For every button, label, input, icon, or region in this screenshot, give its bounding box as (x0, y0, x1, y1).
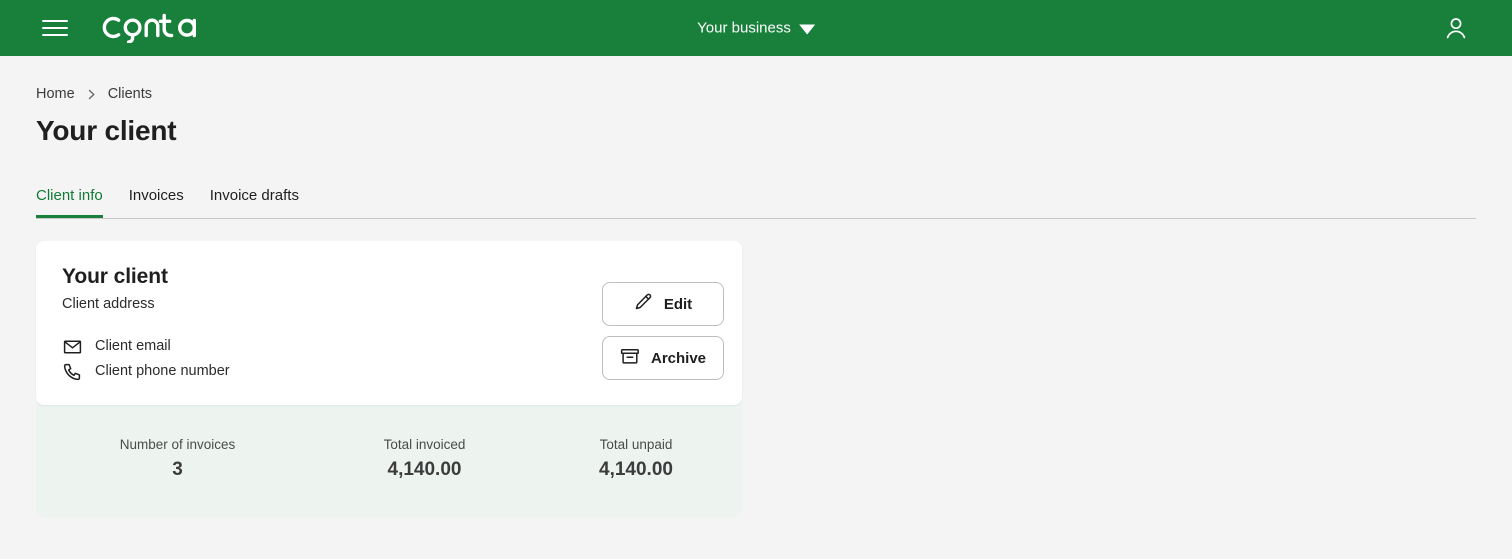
pencil-icon (634, 293, 653, 316)
page-body: Home Clients Your client Client info Inv… (0, 56, 1512, 517)
client-info-card: Your client Client address Client email (36, 241, 742, 405)
app-header: Your business (0, 0, 1512, 56)
breadcrumb-item-home[interactable]: Home (36, 86, 75, 102)
edit-button[interactable]: Edit (602, 282, 724, 326)
tabs-container: Client info Invoices Invoice drafts (36, 187, 1476, 219)
archive-button[interactable]: Archive (602, 336, 724, 380)
stat-number-of-invoices: Number of invoices 3 (36, 437, 319, 481)
stat-value: 3 (172, 459, 183, 480)
hamburger-line (42, 20, 68, 22)
stat-label: Number of invoices (119, 437, 236, 452)
archive-button-label: Archive (650, 349, 707, 367)
archive-box-icon (620, 347, 640, 370)
breadcrumb-item-clients[interactable]: Clients (108, 86, 152, 102)
hamburger-line (42, 27, 68, 29)
stat-label: Total unpaid (599, 437, 673, 452)
client-email-label: Client email (95, 338, 171, 354)
conta-logo-mark (102, 13, 196, 43)
stat-value: 4,140.00 (387, 459, 462, 480)
hamburger-menu-icon[interactable] (42, 16, 72, 40)
tabs-divider (36, 218, 1476, 219)
tab-invoice-drafts[interactable]: Invoice drafts (197, 187, 312, 218)
tab-client-info[interactable]: Client info (36, 187, 116, 218)
breadcrumb: Home Clients (36, 56, 1476, 102)
conta-logo[interactable] (102, 11, 198, 45)
user-account-icon (1446, 18, 1466, 39)
edit-button-label: Edit (663, 295, 693, 313)
stat-label: Total invoiced (383, 437, 466, 452)
client-phone-label: Client phone number (95, 363, 230, 379)
chevron-down-icon (798, 24, 815, 34)
business-switcher[interactable]: Your business (697, 20, 815, 37)
stat-value: 4,140.00 (599, 459, 673, 480)
hamburger-line (42, 34, 68, 36)
envelope-icon (62, 337, 82, 356)
page-title: Your client (36, 115, 177, 146)
tab-invoices[interactable]: Invoices (116, 187, 197, 218)
client-stats-panel: Number of invoices 3 Total invoiced 4,14… (36, 397, 742, 517)
tab-list: Client info Invoices Invoice drafts (36, 187, 1476, 218)
stat-total-unpaid: Total unpaid 4,140.00 (530, 437, 742, 481)
stat-total-invoiced: Total invoiced 4,140.00 (319, 437, 530, 481)
business-switcher-label: Your business (697, 19, 791, 37)
client-summary-section: Your client Client address Client email (36, 241, 742, 517)
chevron-right-icon (85, 88, 98, 101)
phone-icon (62, 362, 82, 381)
client-actions: Edit Archive (602, 282, 724, 380)
user-account-button[interactable] (1440, 12, 1472, 44)
